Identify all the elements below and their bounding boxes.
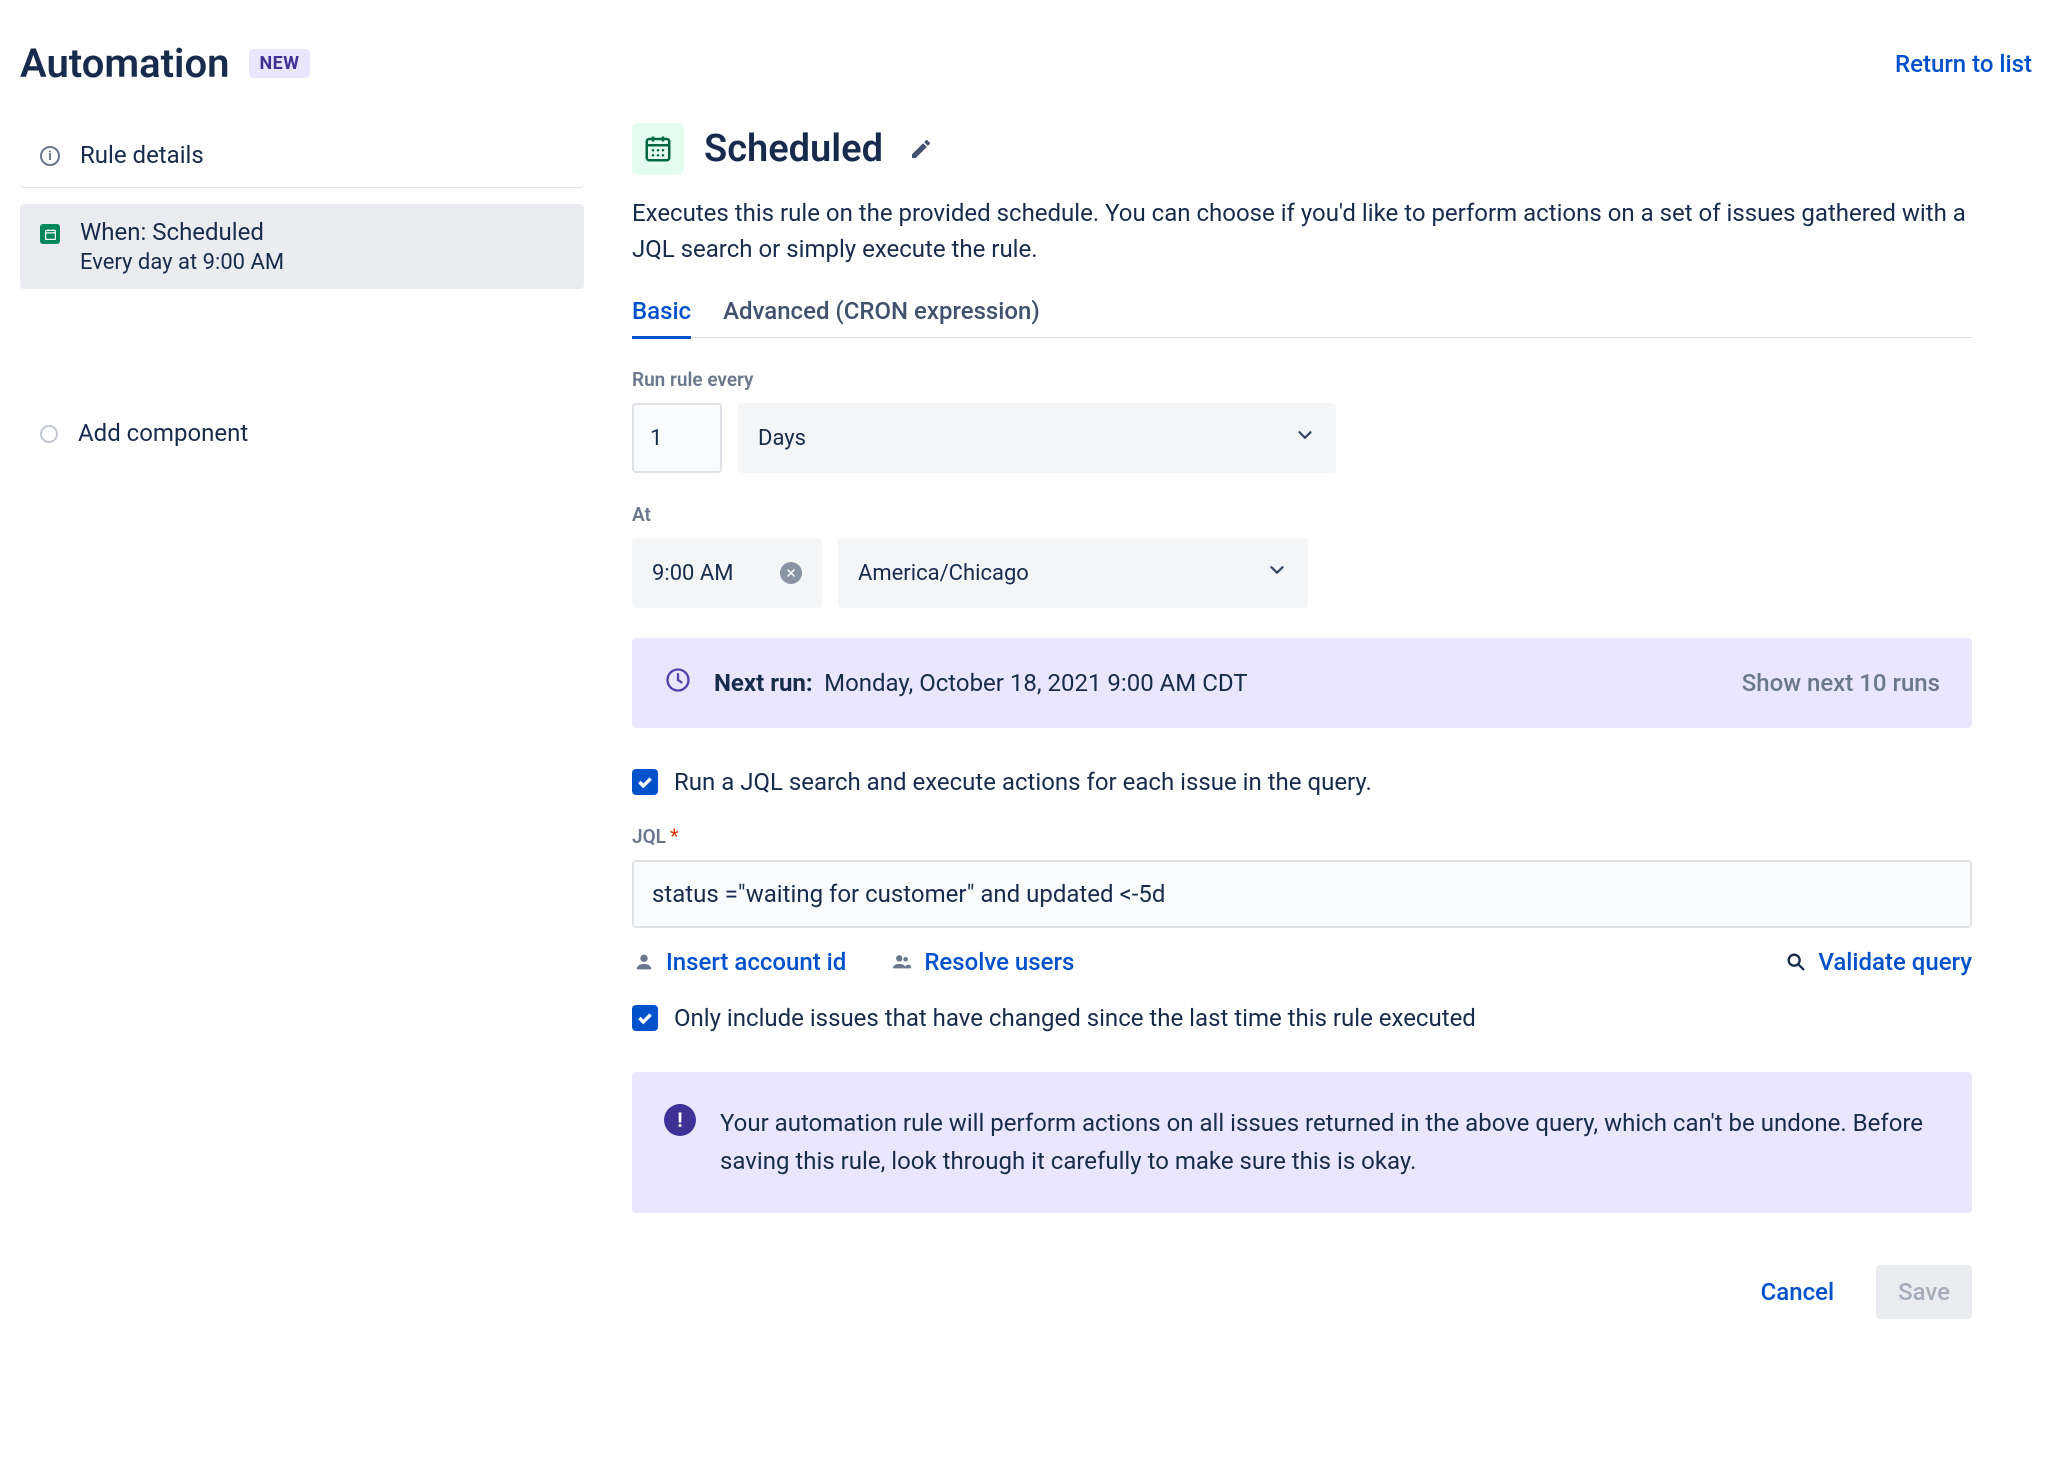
at-section: At 9:00 AM America/Chicago (632, 503, 1972, 608)
required-indicator: * (670, 824, 679, 848)
trigger-subtitle: Every day at 9:00 AM (80, 250, 284, 275)
footer-actions: Cancel Save (632, 1265, 1972, 1319)
person-icon (632, 950, 656, 974)
validate-query-link[interactable]: Validate query (1784, 948, 1972, 976)
description-text: Executes this rule on the provided sched… (632, 195, 1972, 267)
calendar-icon (40, 224, 60, 244)
resolve-users-link[interactable]: Resolve users (890, 948, 1074, 976)
main-panel: Scheduled Executes this rule on the prov… (632, 123, 2012, 1464)
header-left: Automation NEW (20, 40, 310, 87)
timezone-select[interactable]: America/Chicago (838, 538, 1308, 608)
empty-circle-icon (40, 425, 58, 443)
add-component-label: Add component (78, 419, 248, 447)
interval-value-input[interactable] (632, 403, 722, 473)
interval-unit-select[interactable]: Days (738, 403, 1336, 473)
sidebar-trigger-item[interactable]: When: Scheduled Every day at 9:00 AM (20, 204, 584, 289)
warning-info-box: ! Your automation rule will perform acti… (632, 1072, 1972, 1213)
jql-enable-checkbox[interactable] (632, 769, 658, 795)
page-header: Automation NEW Return to list (20, 20, 2032, 123)
run-every-label: Run rule every (632, 368, 1972, 391)
next-run-value: Monday, October 18, 2021 9:00 AM CDT (824, 669, 1247, 697)
insert-account-id-link[interactable]: Insert account id (632, 948, 846, 976)
only-changed-checkbox[interactable] (632, 1005, 658, 1031)
jql-enable-label: Run a JQL search and execute actions for… (674, 768, 1372, 796)
clear-time-icon[interactable] (780, 562, 802, 584)
main-header: Scheduled (632, 123, 1972, 175)
tabs: Basic Advanced (CRON expression) (632, 297, 1972, 338)
jql-label-row: JQL * (632, 824, 1972, 848)
jql-helpers: Insert account id Resolve users Validate… (632, 948, 1972, 976)
time-input[interactable]: 9:00 AM (632, 538, 822, 608)
people-icon (890, 950, 914, 974)
exclamation-icon: ! (664, 1104, 696, 1136)
sidebar-rule-details[interactable]: i Rule details (20, 123, 584, 188)
main-title: Scheduled (704, 127, 883, 171)
validate-text: Validate query (1818, 948, 1972, 976)
next-run-box: Next run: Monday, October 18, 2021 9:00 … (632, 638, 1972, 728)
next-run-label: Next run: (714, 669, 813, 697)
resolve-users-text: Resolve users (924, 948, 1074, 976)
jql-enable-row: Run a JQL search and execute actions for… (632, 768, 1972, 796)
at-label: At (632, 503, 1972, 526)
cancel-button[interactable]: Cancel (1739, 1265, 1856, 1319)
info-icon: i (40, 146, 60, 166)
only-changed-row: Only include issues that have changed si… (632, 1004, 1972, 1032)
only-changed-label: Only include issues that have changed si… (674, 1004, 1476, 1032)
tab-basic[interactable]: Basic (632, 297, 691, 337)
save-button[interactable]: Save (1876, 1265, 1972, 1319)
info-text: Your automation rule will perform action… (720, 1104, 1940, 1181)
edit-icon[interactable] (909, 137, 933, 161)
search-icon (1784, 950, 1808, 974)
jql-input[interactable] (632, 860, 1972, 928)
trigger-title: When: Scheduled (80, 218, 284, 246)
time-value: 9:00 AM (652, 561, 733, 586)
chevron-down-icon (1294, 424, 1316, 452)
insert-account-text: Insert account id (666, 948, 846, 976)
run-every-section: Run rule every Days (632, 368, 1972, 473)
timezone-text: America/Chicago (858, 561, 1029, 586)
show-next-runs-link[interactable]: Show next 10 runs (1742, 669, 1940, 697)
jql-label: JQL (632, 825, 666, 848)
clock-icon (664, 666, 692, 700)
sidebar: i Rule details When: Scheduled Every day… (20, 123, 584, 1464)
new-badge: NEW (249, 49, 309, 78)
page-title: Automation (20, 40, 229, 87)
sidebar-add-component[interactable]: Add component (20, 401, 584, 465)
tab-advanced[interactable]: Advanced (CRON expression) (723, 297, 1040, 337)
return-to-list-link[interactable]: Return to list (1895, 50, 2032, 78)
chevron-down-icon (1266, 559, 1288, 587)
rule-details-label: Rule details (80, 141, 204, 169)
interval-unit-text: Days (758, 426, 806, 451)
calendar-large-icon (632, 123, 684, 175)
